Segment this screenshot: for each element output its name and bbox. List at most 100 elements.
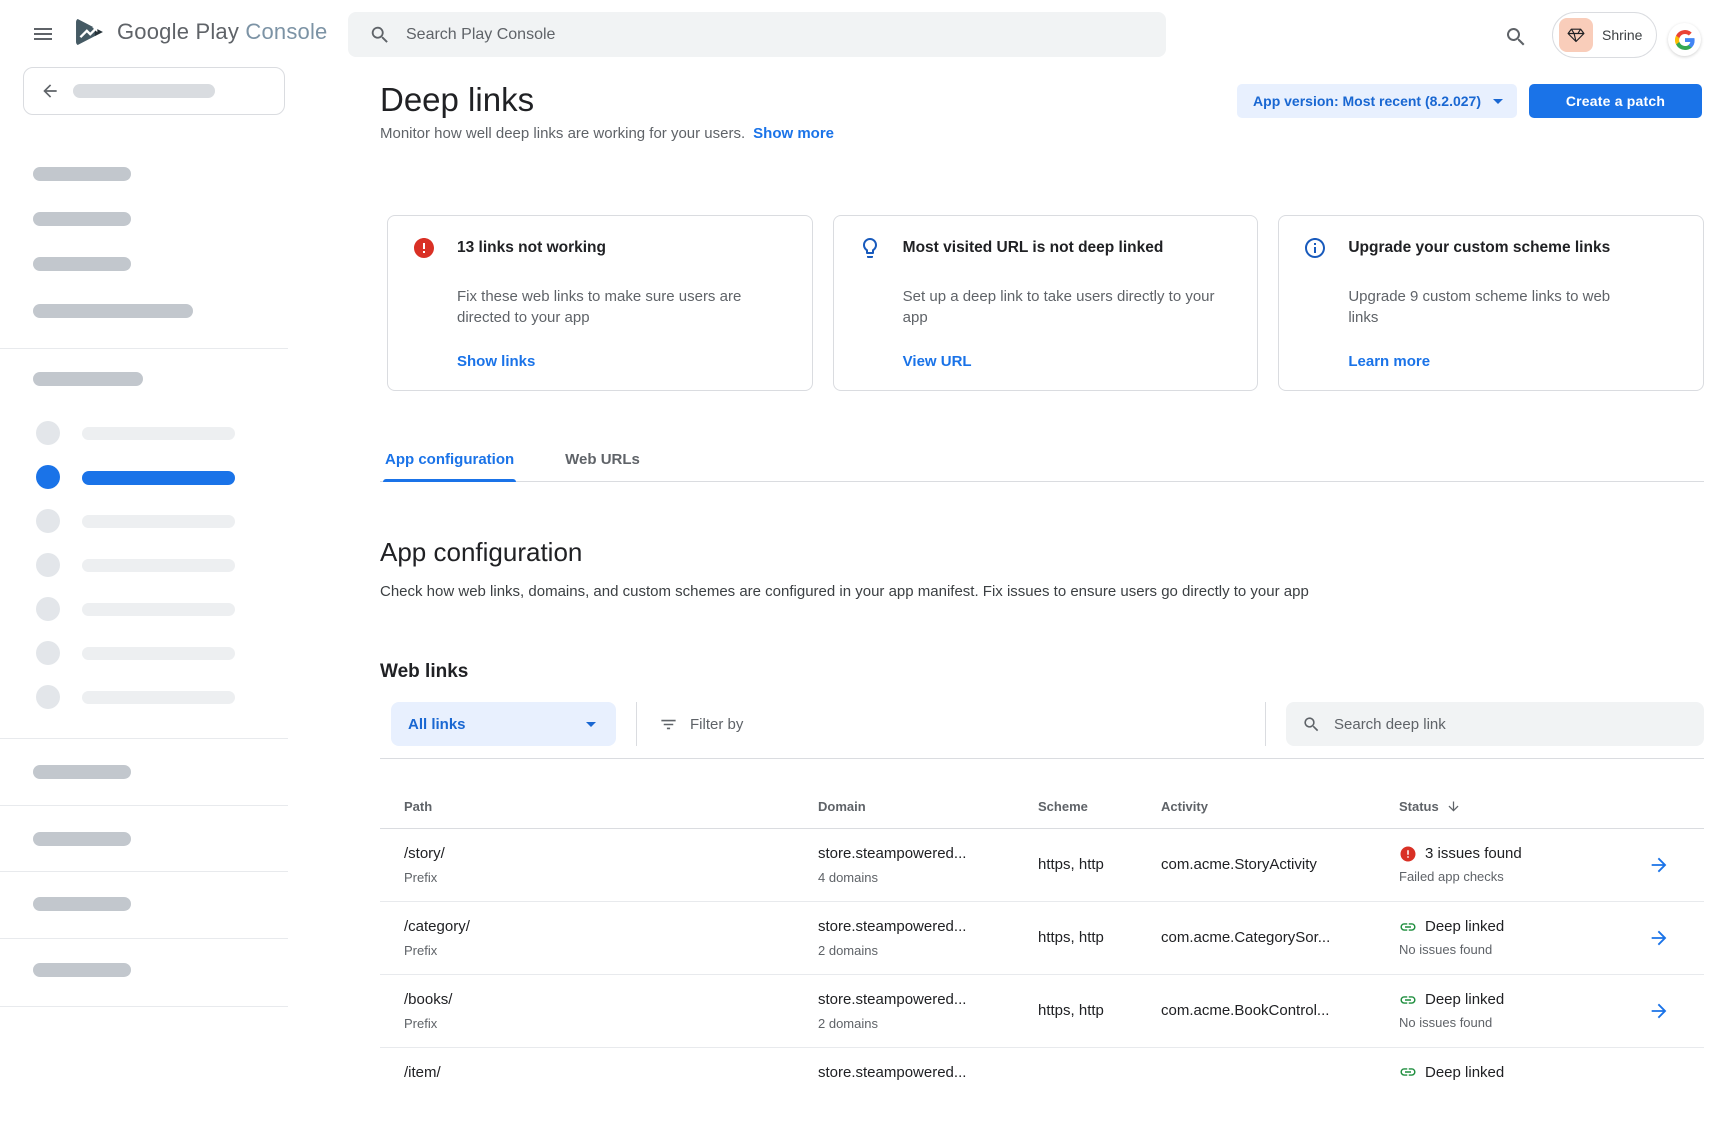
activity-value: com.acme.CategorySor... <box>1161 928 1399 948</box>
search-input[interactable] <box>406 26 1152 44</box>
sidebar-divider <box>0 1006 288 1007</box>
play-console-logo-text: Google Play Console <box>117 19 328 45</box>
skeleton-bar <box>33 167 131 181</box>
sidebar-item[interactable] <box>0 597 288 637</box>
menu-icon[interactable] <box>31 22 55 46</box>
main-content: Deep links Monitor how well deep links a… <box>380 66 1704 1121</box>
sidebar-nav <box>0 66 288 1080</box>
advice-cards: 13 links not working Fix these web links… <box>387 215 1704 391</box>
card-body: Fix these web links to make sure users a… <box>457 286 769 340</box>
tab-app-configuration[interactable]: App configuration <box>383 451 516 481</box>
skeleton-bar <box>33 257 131 271</box>
status-value: Deep linked <box>1425 918 1504 935</box>
google-account-button[interactable] <box>1668 23 1701 56</box>
path-value: /item/ <box>404 1063 818 1083</box>
domain-count: 2 domains <box>818 942 1038 960</box>
console-search-bar[interactable] <box>348 12 1166 57</box>
sidebar-item[interactable] <box>0 421 288 461</box>
card-title: Upgrade your custom scheme links <box>1348 237 1679 272</box>
sidebar-item[interactable] <box>0 685 288 725</box>
search-icon <box>1302 715 1321 734</box>
skeleton-bar <box>82 471 235 485</box>
nav-dot-icon <box>36 553 60 577</box>
card-links-not-working: 13 links not working Fix these web links… <box>387 215 813 391</box>
sidebar-item-deep-links-active[interactable] <box>0 465 288 505</box>
deep-link-search[interactable] <box>1286 702 1704 746</box>
path-type: Prefix <box>404 942 818 960</box>
nav-dot-icon <box>36 465 60 489</box>
skeleton-bar <box>82 603 235 616</box>
scheme-value: https, http <box>1038 928 1161 948</box>
app-switcher[interactable]: Shrine <box>1552 12 1657 58</box>
sidebar-item[interactable] <box>0 553 288 593</box>
path-type: Prefix <box>404 1015 818 1033</box>
sidebar-divider <box>0 348 288 349</box>
table-header: Path Domain Scheme Activity Status <box>380 759 1704 829</box>
section-description: Check how web links, domains, and custom… <box>380 582 1704 602</box>
tab-bar: App configuration Web URLs <box>380 451 1704 482</box>
info-icon <box>1303 236 1327 260</box>
error-icon <box>412 236 436 260</box>
path-value: /story/ <box>404 844 818 864</box>
view-url-link[interactable]: View URL <box>903 353 1234 370</box>
nav-dot-icon <box>36 597 60 621</box>
filter-icon <box>659 715 678 734</box>
back-button[interactable] <box>23 67 285 115</box>
column-header-status[interactable]: Status <box>1399 799 1646 828</box>
card-title: 13 links not working <box>457 237 788 272</box>
web-links-toolbar: All links Filter by <box>380 702 1704 759</box>
domain-count: 2 domains <box>818 1015 1038 1033</box>
web-links-heading: Web links <box>380 660 1704 684</box>
link-icon <box>1399 918 1417 936</box>
global-search-icon[interactable] <box>1504 25 1528 49</box>
table-row[interactable]: /story/Prefix store.steampowered... 4 dom… <box>380 829 1704 902</box>
arrow-right-icon <box>1648 1000 1670 1022</box>
table-row[interactable]: /category/Prefix store.steampowered...2 … <box>380 902 1704 975</box>
show-links-link[interactable]: Show links <box>457 353 788 370</box>
tab-web-urls[interactable]: Web URLs <box>563 451 642 481</box>
links-scope-label: All links <box>408 716 466 733</box>
domain-value: store.steampowered... <box>818 917 1038 937</box>
domain-count: 4 domains <box>818 869 1038 887</box>
sidebar-item[interactable] <box>0 509 288 549</box>
filter-by-button[interactable]: Filter by <box>659 702 743 746</box>
play-console-logo[interactable]: Google Play Console <box>74 17 328 47</box>
skeleton-bar <box>82 515 235 528</box>
table-row[interactable]: /item/ store.steampowered... Deep linked <box>380 1048 1704 1121</box>
sidebar-item[interactable] <box>0 641 288 681</box>
skeleton-bar <box>33 212 131 226</box>
column-header-activity: Activity <box>1161 799 1399 828</box>
card-upgrade-custom-schemes: Upgrade your custom scheme links Upgrade… <box>1278 215 1704 391</box>
top-bar: Google Play Console Shrine <box>0 0 1728 66</box>
domain-value: store.steampowered... <box>818 844 1038 864</box>
chevron-down-icon <box>586 722 596 727</box>
link-icon <box>1399 1063 1417 1081</box>
row-detail-arrow[interactable] <box>1646 998 1704 1024</box>
nav-dot-icon <box>36 685 60 709</box>
row-detail-arrow[interactable] <box>1646 925 1704 951</box>
links-scope-selector[interactable]: All links <box>391 702 616 746</box>
deep-link-search-input[interactable] <box>1334 716 1688 733</box>
play-console-logo-icon <box>74 17 107 47</box>
table-row[interactable]: /books/Prefix store.steampowered...2 dom… <box>380 975 1704 1048</box>
arrow-right-icon <box>1648 854 1670 876</box>
show-more-link[interactable]: Show more <box>753 125 834 142</box>
learn-more-link[interactable]: Learn more <box>1348 353 1679 370</box>
scheme-value: https, http <box>1038 855 1161 875</box>
path-type: Prefix <box>404 869 818 887</box>
status-value: Deep linked <box>1425 991 1504 1008</box>
search-icon <box>369 24 391 46</box>
skeleton-bar <box>33 304 193 318</box>
lightbulb-icon <box>858 236 882 260</box>
activity-value: com.acme.BookControl... <box>1161 1001 1399 1021</box>
scheme-value: https, http <box>1038 1001 1161 1021</box>
row-detail-arrow[interactable] <box>1646 852 1704 878</box>
path-value: /books/ <box>404 990 818 1010</box>
status-value: 3 issues found <box>1425 845 1522 862</box>
status-detail: Failed app checks <box>1399 868 1646 886</box>
shrine-app-icon <box>1559 18 1593 52</box>
page-title: Deep links <box>380 78 1704 122</box>
sort-descending-icon <box>1446 799 1461 814</box>
back-arrow-icon <box>40 81 60 101</box>
skeleton-bar <box>82 691 235 704</box>
